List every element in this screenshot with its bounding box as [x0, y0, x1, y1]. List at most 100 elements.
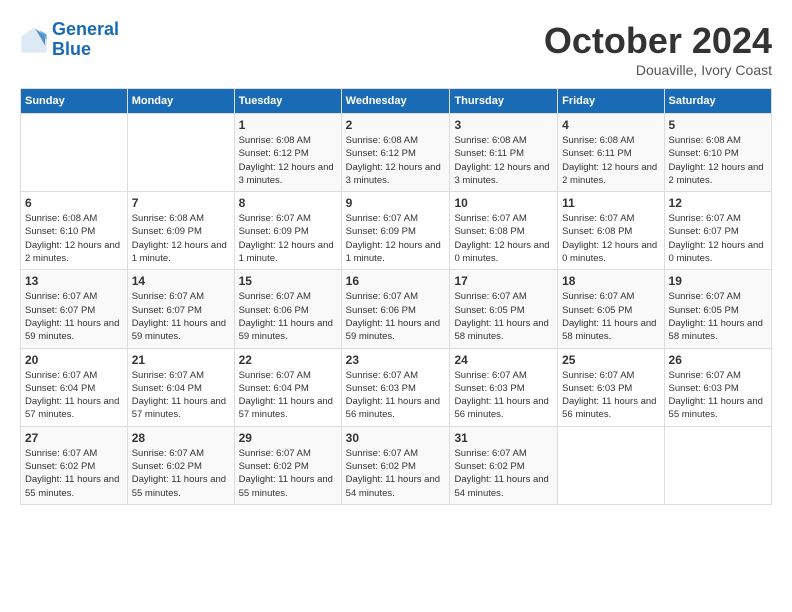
logo-line1: General	[52, 19, 119, 39]
day-number: 24	[454, 353, 553, 367]
calendar-cell: 11 Sunrise: 6:07 AM Sunset: 6:08 PM Dayli…	[558, 192, 664, 270]
calendar-cell: 15Sunrise: 6:07 AM Sunset: 6:06 PM Dayli…	[234, 270, 341, 348]
day-info: Sunrise: 6:08 AM Sunset: 6:11 PM Dayligh…	[454, 134, 553, 187]
location-subtitle: Douaville, Ivory Coast	[544, 62, 772, 78]
day-number: 4	[562, 118, 659, 132]
day-number: 1	[239, 118, 337, 132]
header-row: SundayMondayTuesdayWednesdayThursdayFrid…	[21, 89, 772, 114]
calendar-cell: 13 Sunrise: 6:07 AM Sunset: 6:07 PM Dayli…	[21, 270, 128, 348]
calendar-cell	[664, 426, 771, 504]
day-number: 9	[346, 196, 446, 210]
day-info: Sunrise: 6:07 AM Sunset: 6:04 PM Dayligh…	[132, 369, 230, 422]
day-number: 30	[346, 431, 446, 445]
day-info: Sunrise: 6:08 AM Sunset: 6:12 PM Dayligh…	[346, 134, 446, 187]
calendar-week: 27 Sunrise: 6:07 AM Sunset: 6:02 PM Dayli…	[21, 426, 772, 504]
day-number: 20	[25, 353, 123, 367]
day-number: 26	[669, 353, 767, 367]
day-info: Sunrise: 6:07 AM Sunset: 6:07 PM Dayligh…	[25, 290, 123, 343]
day-info: Sunrise: 6:07 AM Sunset: 6:09 PM Dayligh…	[346, 212, 446, 265]
page-header: General Blue October 2024 Douaville, Ivo…	[20, 20, 772, 78]
day-number: 7	[132, 196, 230, 210]
day-number: 13	[25, 274, 123, 288]
calendar-header: SundayMondayTuesdayWednesdayThursdayFrid…	[21, 89, 772, 114]
calendar-cell: 30 Sunrise: 6:07 AM Sunset: 6:02 PM Dayli…	[341, 426, 450, 504]
calendar-cell: 12 Sunrise: 6:07 AM Sunset: 6:07 PM Dayli…	[664, 192, 771, 270]
header-day: Monday	[127, 89, 234, 114]
day-info: Sunrise: 6:07 AM Sunset: 6:04 PM Dayligh…	[25, 369, 123, 422]
day-info: Sunrise: 6:08 AM Sunset: 6:09 PM Dayligh…	[132, 212, 230, 265]
day-info: Sunrise: 6:07 AM Sunset: 6:06 PM Dayligh…	[346, 290, 446, 343]
calendar-cell: 18Sunrise: 6:07 AM Sunset: 6:05 PM Dayli…	[558, 270, 664, 348]
calendar-cell: 25Sunrise: 6:07 AM Sunset: 6:03 PM Dayli…	[558, 348, 664, 426]
day-number: 2	[346, 118, 446, 132]
day-info: Sunrise: 6:07 AM Sunset: 6:02 PM Dayligh…	[25, 447, 123, 500]
day-info: Sunrise: 6:07 AM Sunset: 6:04 PM Dayligh…	[239, 369, 337, 422]
day-info: Sunrise: 6:07 AM Sunset: 6:02 PM Dayligh…	[132, 447, 230, 500]
day-info: Sunrise: 6:07 AM Sunset: 6:08 PM Dayligh…	[454, 212, 553, 265]
calendar-cell: 4 Sunrise: 6:08 AM Sunset: 6:11 PM Daylig…	[558, 114, 664, 192]
day-info: Sunrise: 6:08 AM Sunset: 6:10 PM Dayligh…	[669, 134, 767, 187]
day-number: 14	[132, 274, 230, 288]
day-info: Sunrise: 6:07 AM Sunset: 6:07 PM Dayligh…	[132, 290, 230, 343]
calendar-cell: 23 Sunrise: 6:07 AM Sunset: 6:03 PM Dayli…	[341, 348, 450, 426]
day-number: 28	[132, 431, 230, 445]
calendar-cell: 20 Sunrise: 6:07 AM Sunset: 6:04 PM Dayli…	[21, 348, 128, 426]
calendar-cell: 28 Sunrise: 6:07 AM Sunset: 6:02 PM Dayli…	[127, 426, 234, 504]
day-number: 23	[346, 353, 446, 367]
day-number: 22	[239, 353, 337, 367]
calendar-cell: 9 Sunrise: 6:07 AM Sunset: 6:09 PM Daylig…	[341, 192, 450, 270]
calendar-cell: 6Sunrise: 6:08 AM Sunset: 6:10 PM Daylig…	[21, 192, 128, 270]
day-number: 29	[239, 431, 337, 445]
calendar-cell: 16 Sunrise: 6:07 AM Sunset: 6:06 PM Dayli…	[341, 270, 450, 348]
day-info: Sunrise: 6:07 AM Sunset: 6:08 PM Dayligh…	[562, 212, 659, 265]
calendar-cell: 2 Sunrise: 6:08 AM Sunset: 6:12 PM Daylig…	[341, 114, 450, 192]
day-number: 27	[25, 431, 123, 445]
header-day: Wednesday	[341, 89, 450, 114]
logo-icon	[20, 26, 48, 54]
day-info: Sunrise: 6:07 AM Sunset: 6:07 PM Dayligh…	[669, 212, 767, 265]
day-number: 3	[454, 118, 553, 132]
day-number: 5	[669, 118, 767, 132]
calendar-cell: 17 Sunrise: 6:07 AM Sunset: 6:05 PM Dayli…	[450, 270, 558, 348]
day-number: 8	[239, 196, 337, 210]
day-info: Sunrise: 6:07 AM Sunset: 6:02 PM Dayligh…	[239, 447, 337, 500]
day-info: Sunrise: 6:07 AM Sunset: 6:02 PM Dayligh…	[454, 447, 553, 500]
day-info: Sunrise: 6:07 AM Sunset: 6:06 PM Dayligh…	[239, 290, 337, 343]
day-number: 11	[562, 196, 659, 210]
calendar-week: 13 Sunrise: 6:07 AM Sunset: 6:07 PM Dayli…	[21, 270, 772, 348]
calendar-cell	[558, 426, 664, 504]
calendar-cell	[127, 114, 234, 192]
day-number: 25	[562, 353, 659, 367]
day-info: Sunrise: 6:07 AM Sunset: 6:03 PM Dayligh…	[669, 369, 767, 422]
day-info: Sunrise: 6:08 AM Sunset: 6:10 PM Dayligh…	[25, 212, 123, 265]
header-day: Saturday	[664, 89, 771, 114]
day-info: Sunrise: 6:07 AM Sunset: 6:03 PM Dayligh…	[346, 369, 446, 422]
day-number: 16	[346, 274, 446, 288]
calendar-cell: 1Sunrise: 6:08 AM Sunset: 6:12 PM Daylig…	[234, 114, 341, 192]
calendar-body: 1 Sunrise: 6:08 AM Sunset: 6:12 PM Daylig…	[21, 114, 772, 505]
calendar-cell: 31 Sunrise: 6:07 AM Sunset: 6:02 PM Dayli…	[450, 426, 558, 504]
calendar-week: 1 Sunrise: 6:08 AM Sunset: 6:12 PM Daylig…	[21, 114, 772, 192]
calendar-cell: 21Sunrise: 6:07 AM Sunset: 6:04 PM Dayli…	[127, 348, 234, 426]
header-day: Friday	[558, 89, 664, 114]
calendar-cell: 8Sunrise: 6:07 AM Sunset: 6:09 PM Daylig…	[234, 192, 341, 270]
calendar-cell: 19 Sunrise: 6:07 AM Sunset: 6:05 PM Dayli…	[664, 270, 771, 348]
day-number: 31	[454, 431, 553, 445]
calendar-cell: 26 Sunrise: 6:07 AM Sunset: 6:03 PM Dayli…	[664, 348, 771, 426]
calendar-week: 6Sunrise: 6:08 AM Sunset: 6:10 PM Daylig…	[21, 192, 772, 270]
calendar-cell: 5 Sunrise: 6:08 AM Sunset: 6:10 PM Daylig…	[664, 114, 771, 192]
day-number: 12	[669, 196, 767, 210]
day-info: Sunrise: 6:07 AM Sunset: 6:02 PM Dayligh…	[346, 447, 446, 500]
month-title: October 2024	[544, 20, 772, 62]
calendar-cell: 3 Sunrise: 6:08 AM Sunset: 6:11 PM Daylig…	[450, 114, 558, 192]
day-info: Sunrise: 6:07 AM Sunset: 6:05 PM Dayligh…	[454, 290, 553, 343]
day-number: 19	[669, 274, 767, 288]
logo: General Blue	[20, 20, 119, 60]
day-number: 17	[454, 274, 553, 288]
calendar-cell: 10 Sunrise: 6:07 AM Sunset: 6:08 PM Dayli…	[450, 192, 558, 270]
calendar-week: 20 Sunrise: 6:07 AM Sunset: 6:04 PM Dayli…	[21, 348, 772, 426]
day-info: Sunrise: 6:07 AM Sunset: 6:05 PM Dayligh…	[669, 290, 767, 343]
day-info: Sunrise: 6:08 AM Sunset: 6:11 PM Dayligh…	[562, 134, 659, 187]
calendar-cell	[21, 114, 128, 192]
day-number: 10	[454, 196, 553, 210]
